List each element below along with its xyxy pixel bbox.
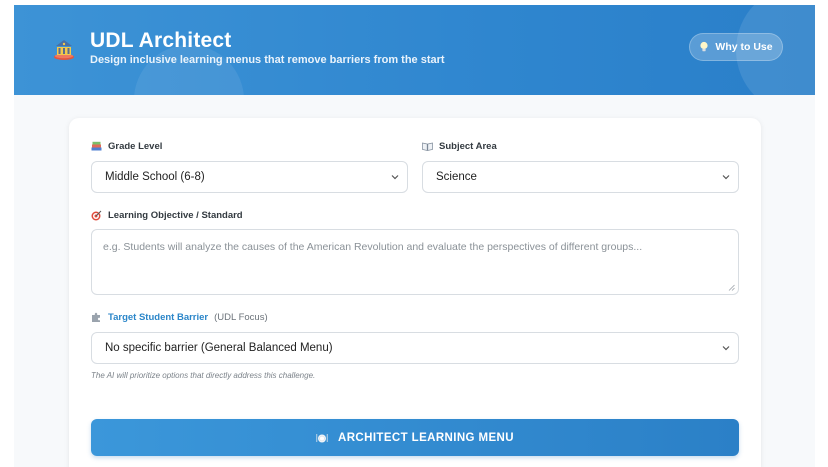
puzzle-icon: [92, 312, 100, 322]
barrier-hint-text: The AI will prioritize options that dire…: [91, 371, 316, 380]
subject-area-value: Science: [436, 171, 477, 183]
architect-menu-button[interactable]: ARCHITECT LEARNING MENU: [91, 419, 739, 456]
chevron-down-icon: [391, 175, 399, 180]
target-icon: [91, 210, 102, 221]
app-header: UDL Architect Design inclusive learning …: [14, 5, 815, 95]
open-book-icon: [422, 142, 433, 151]
subject-area-label: Subject Area: [422, 141, 497, 152]
grade-level-label: Grade Level: [91, 141, 162, 152]
why-to-use-label: Why to Use: [715, 41, 773, 53]
grade-level-value: Middle School (6-8): [105, 171, 205, 183]
architect-menu-label: ARCHITECT LEARNING MENU: [338, 431, 514, 444]
plate-icon: [316, 433, 328, 442]
student-barrier-value: No specific barrier (General Balanced Me…: [105, 342, 333, 354]
chevron-down-icon: [722, 346, 730, 351]
app-subtitle: Design inclusive learning menus that rem…: [90, 54, 445, 66]
learning-objective-input[interactable]: e.g. Students will analyze the causes of…: [91, 229, 739, 295]
resize-handle-icon[interactable]: [728, 284, 735, 291]
books-icon: [91, 141, 102, 151]
student-barrier-select[interactable]: No specific barrier (General Balanced Me…: [91, 332, 739, 364]
grade-level-select[interactable]: Middle School (6-8): [91, 161, 408, 193]
chevron-down-icon: [722, 175, 730, 180]
classical-building-icon: [54, 40, 74, 60]
lightbulb-icon: [700, 41, 709, 52]
why-to-use-button[interactable]: Why to Use: [689, 33, 783, 61]
student-barrier-label: Target Student Barrier (UDL Focus): [91, 312, 268, 323]
learning-objective-placeholder: e.g. Students will analyze the causes of…: [103, 241, 643, 253]
menu-builder-form: Grade Level Middle School (6-8) Subject …: [69, 118, 761, 467]
subject-area-select[interactable]: Science: [422, 161, 739, 193]
learning-objective-label: Learning Objective / Standard: [91, 210, 243, 221]
app-title: UDL Architect: [90, 29, 232, 52]
